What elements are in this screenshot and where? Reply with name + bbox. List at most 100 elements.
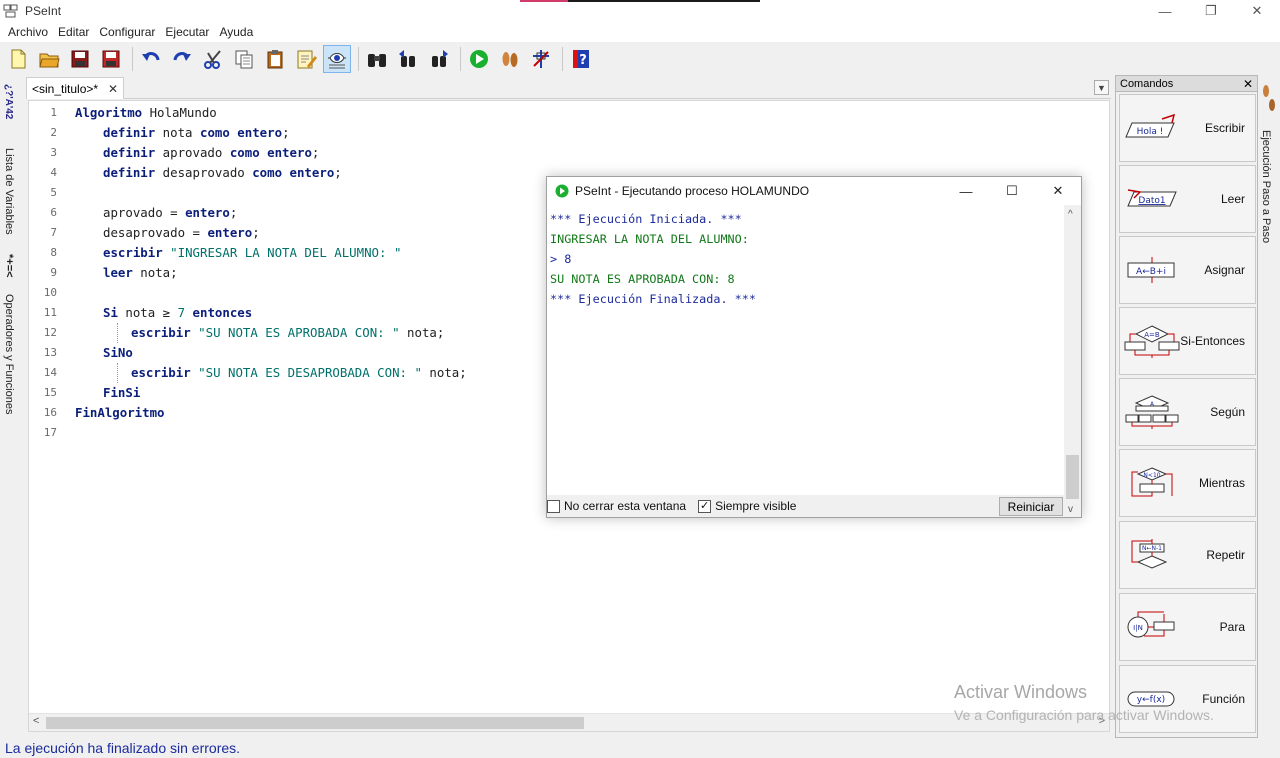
eye-icon — [328, 52, 346, 68]
command-para[interactable]: I|N Para — [1119, 593, 1256, 661]
close-button[interactable]: ✕ — [1035, 177, 1081, 205]
menu-archivo[interactable]: Archivo — [3, 25, 53, 39]
svg-text:A=B: A=B — [1144, 331, 1160, 339]
new-file-icon — [11, 49, 26, 68]
toolbar-separator — [132, 46, 133, 71]
commands-title: Comandos — [1120, 77, 1174, 90]
command-segun[interactable]: A Según — [1119, 378, 1256, 446]
cut-icon — [204, 49, 221, 69]
always-visible-label: Siempre visible — [715, 499, 797, 513]
execution-title: PSeInt - Ejecutando proceso HOLAMUNDO — [575, 184, 810, 198]
menu-ejecutar[interactable]: Ejecutar — [160, 25, 214, 39]
command-mientras[interactable]: N<10 Mientras — [1119, 449, 1256, 517]
scroll-up-icon[interactable]: ^ — [1068, 209, 1073, 220]
edit-button[interactable] — [292, 45, 320, 73]
help-button[interactable]: ? — [567, 45, 595, 73]
execution-window: PSeInt - Ejecutando proceso HOLAMUNDO — … — [546, 176, 1082, 518]
command-leer[interactable]: Dato1 Leer — [1119, 165, 1256, 233]
taskbar-accent — [520, 0, 760, 2]
save-as-button[interactable] — [97, 45, 125, 73]
menu-ayuda[interactable]: Ayuda — [214, 25, 258, 39]
svg-text:N<10: N<10 — [1143, 472, 1160, 479]
tab-step-by-step[interactable]: Ejecución Paso a Paso — [1260, 130, 1272, 243]
checkbox-box[interactable] — [547, 499, 560, 513]
tab-variables-list[interactable]: Lista de Variables — [3, 148, 15, 235]
execution-options-bar: No cerrar esta ventana ✓ Siempre visible… — [547, 495, 1065, 517]
close-button[interactable]: ✕ — [1234, 0, 1280, 22]
window-title: PSeInt — [25, 4, 62, 18]
command-si-entonces[interactable]: A=B Si-Entonces — [1119, 307, 1256, 375]
reset-button[interactable]: Reiniciar — [999, 497, 1063, 516]
console-line: *** Ejecución Iniciada. *** — [550, 212, 742, 226]
paste-icon — [267, 49, 283, 68]
command-label: Asignar — [1204, 263, 1245, 277]
command-escribir[interactable]: Hola ! Escribir — [1119, 94, 1256, 162]
command-label: Escribir — [1204, 121, 1245, 135]
open-file-button[interactable] — [35, 45, 63, 73]
run-button[interactable] — [465, 45, 493, 73]
read-icon: Dato1 — [1127, 189, 1177, 207]
paste-button[interactable] — [261, 45, 289, 73]
maximize-button[interactable]: ❐ — [1188, 0, 1234, 22]
undo-button[interactable] — [137, 45, 165, 73]
binoculars-icon — [368, 53, 386, 67]
command-label: Mientras — [1198, 476, 1245, 490]
switch-icon: A — [1125, 395, 1179, 429]
svg-text:y←f(x): y←f(x) — [1137, 695, 1165, 705]
find-button[interactable] — [363, 45, 391, 73]
step-by-step-button[interactable] — [496, 45, 524, 73]
minimize-button[interactable]: — — [943, 177, 989, 205]
execution-title-bar: PSeInt - Ejecutando proceso HOLAMUNDO — … — [547, 177, 1081, 205]
line-number: 17 — [43, 426, 57, 439]
editor-horizontal-scrollbar[interactable]: < > — [29, 713, 1109, 731]
always-visible-checkbox[interactable]: ✓ Siempre visible — [698, 499, 796, 513]
no-close-checkbox[interactable]: No cerrar esta ventana — [547, 499, 686, 513]
variables-glyph: ¿?'A'42 — [3, 84, 14, 120]
cut-button[interactable] — [199, 45, 227, 73]
tab-operators-functions[interactable]: Operadores y Funciones — [3, 294, 15, 414]
new-file-button[interactable] — [4, 45, 32, 73]
tab-close-icon[interactable]: ✕ — [108, 82, 118, 96]
find-next-button[interactable] — [425, 45, 453, 73]
command-repetir[interactable]: N←N-1 Repetir — [1119, 521, 1256, 589]
menu-editar[interactable]: Editar — [53, 25, 94, 39]
draw-flowchart-button[interactable] — [527, 45, 555, 73]
tab-list-dropdown[interactable]: ▼ — [1094, 80, 1109, 95]
toolbar: ? — [0, 42, 1280, 75]
no-close-label: No cerrar esta ventana — [564, 499, 687, 513]
scrollbar-thumb[interactable] — [46, 717, 584, 729]
scroll-left-icon[interactable]: < — [33, 715, 39, 727]
console-vertical-scrollbar[interactable]: ^ v — [1064, 205, 1081, 517]
footsteps-icon — [1263, 85, 1275, 111]
menu-bar: Archivo Editar Configurar Ejecutar Ayuda — [0, 22, 1280, 42]
code-line-2: definir nota como entero; — [103, 125, 290, 140]
copy-button[interactable] — [230, 45, 258, 73]
chevron-down-icon: ▼ — [1097, 82, 1106, 93]
code-line-11: Si nota ≥ 7 entonces — [103, 305, 253, 320]
right-side-panel: Ejecución Paso a Paso — [1258, 78, 1280, 738]
menu-configurar[interactable]: Configurar — [94, 25, 160, 39]
svg-text:Dato1: Dato1 — [1138, 196, 1165, 206]
binoculars-back-icon — [399, 49, 415, 67]
code-line-3: definir aprovado como entero; — [103, 145, 320, 160]
close-icon[interactable]: ✕ — [1243, 77, 1253, 91]
line-number: 15 — [43, 386, 57, 399]
save-button[interactable] — [66, 45, 94, 73]
tab-sin-titulo[interactable]: <sin_titulo>* ✕ — [26, 77, 124, 99]
console-output[interactable]: *** Ejecución Iniciada. *** INGRESAR LA … — [548, 205, 1065, 495]
if-then-icon: A=B — [1124, 325, 1180, 358]
scrollbar-thumb[interactable] — [1066, 455, 1079, 499]
svg-text:N←N-1: N←N-1 — [1142, 545, 1162, 552]
assign-icon: A←B+i — [1127, 257, 1175, 283]
checkbox-checked[interactable]: ✓ — [698, 499, 712, 513]
maximize-button[interactable]: ☐ — [989, 177, 1035, 205]
redo-button[interactable] — [168, 45, 196, 73]
toggle-view-button[interactable] — [323, 44, 351, 73]
command-asignar[interactable]: A←B+i Asignar — [1119, 236, 1256, 304]
title-bar: PSeInt — ❐ ✕ — [0, 0, 1280, 22]
save-icon — [71, 50, 89, 67]
find-prev-button[interactable] — [394, 45, 422, 73]
minimize-button[interactable]: — — [1142, 0, 1188, 22]
scroll-down-icon[interactable]: v — [1068, 504, 1073, 515]
code-line-1: Algoritmo HolaMundo — [75, 105, 217, 120]
